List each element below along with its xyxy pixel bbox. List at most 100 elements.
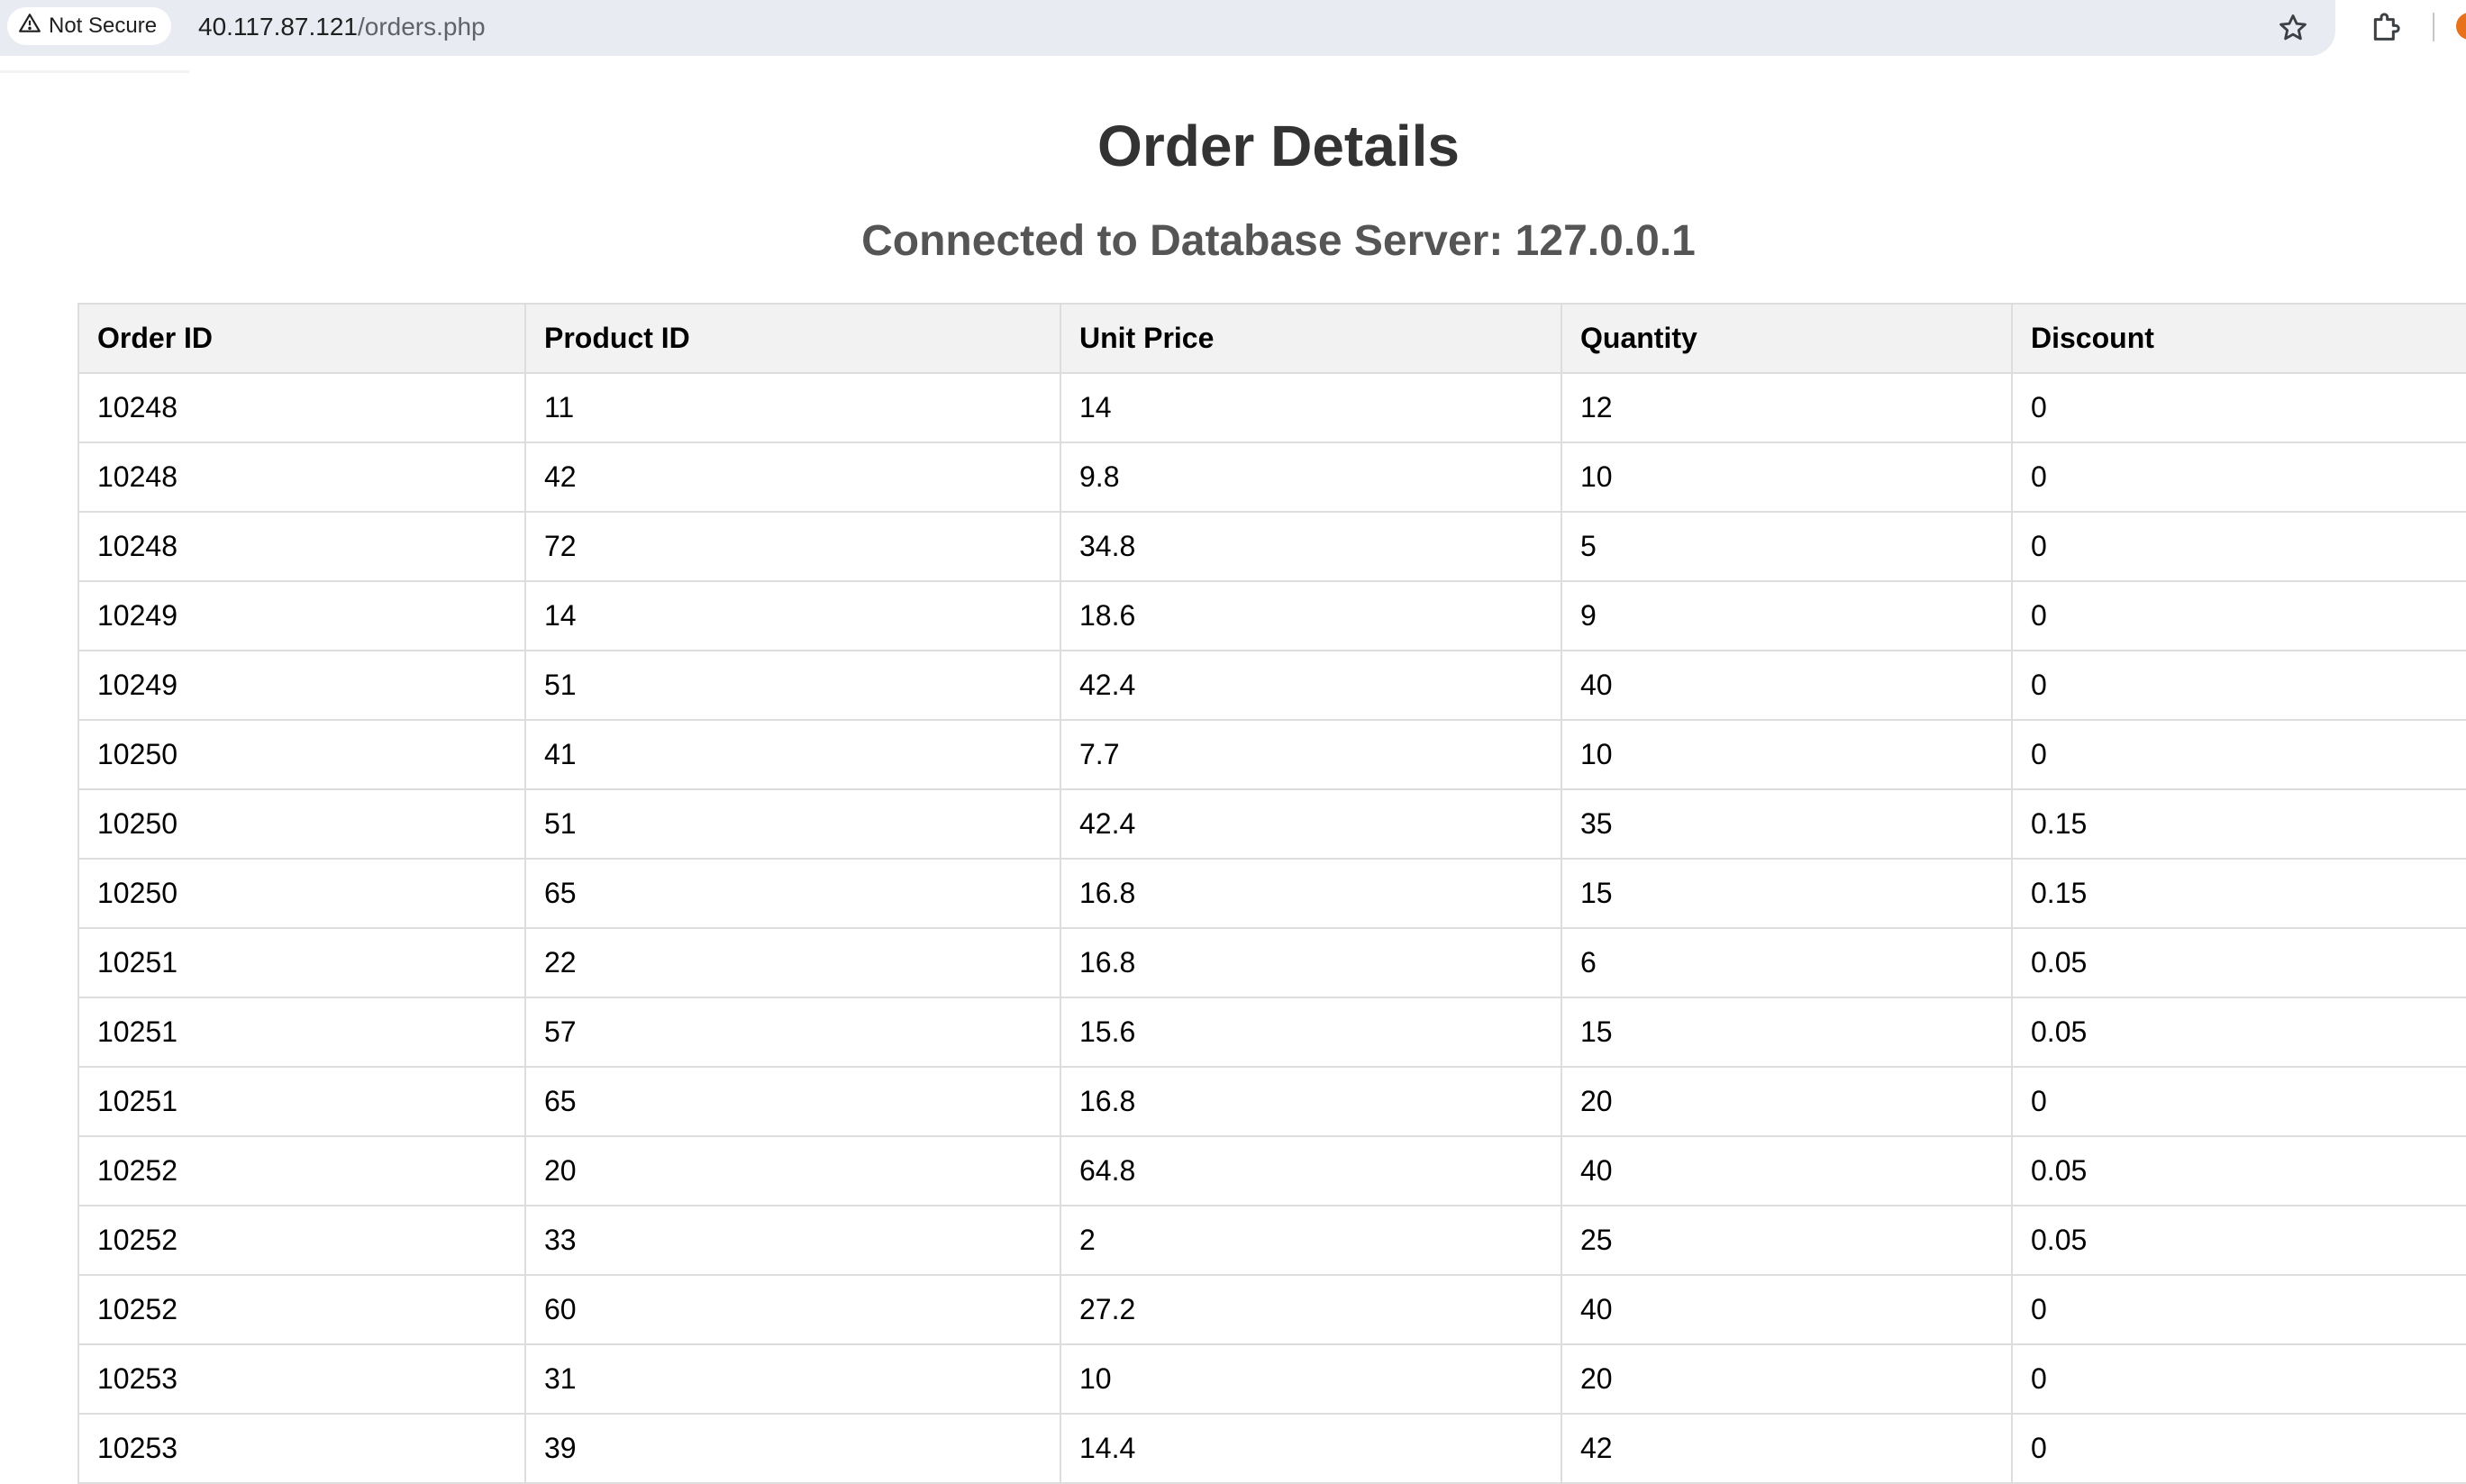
discount-cell: 0 — [2011, 719, 2466, 790]
column-header-unit-price: Unit Price — [1060, 303, 1562, 374]
quantity-cell: 35 — [1561, 788, 2013, 860]
table-row: 10249 14 18.6 9 0 — [77, 580, 2466, 651]
quantity-cell: 15 — [1561, 858, 2013, 929]
column-header-order-id: Order ID — [77, 303, 526, 374]
product-id-cell: 14 — [524, 580, 1061, 651]
tab-indicator — [0, 70, 189, 73]
url-host: 40.117.87.121 — [198, 13, 358, 41]
table-row: 10250 51 42.4 35 0.15 — [77, 788, 2466, 860]
quantity-cell: 20 — [1561, 1343, 2013, 1415]
column-header-quantity: Quantity — [1561, 303, 2013, 374]
order-id-cell: 10250 — [77, 719, 526, 790]
unit-price-cell: 34.8 — [1060, 511, 1562, 582]
order-id-cell: 10250 — [77, 858, 526, 929]
quantity-cell: 42 — [1561, 1413, 2013, 1484]
order-id-cell: 10250 — [77, 788, 526, 860]
table-row: 10248 72 34.8 5 0 — [77, 511, 2466, 582]
unit-price-cell: 16.8 — [1060, 858, 1562, 929]
order-id-cell: 10251 — [77, 1066, 526, 1137]
unit-price-cell: 64.8 — [1060, 1135, 1562, 1206]
discount-cell: 0.05 — [2011, 1135, 2466, 1206]
order-id-cell: 10248 — [77, 372, 526, 443]
discount-cell: 0 — [2011, 511, 2466, 582]
table-row: 10249 51 42.4 40 0 — [77, 650, 2466, 721]
unit-price-cell: 42.4 — [1060, 650, 1562, 721]
order-id-cell: 10253 — [77, 1413, 526, 1484]
unit-price-cell: 42.4 — [1060, 788, 1562, 860]
profile-avatar[interactable] — [2456, 13, 2466, 40]
orders-table-container: Order ID Product ID Unit Price Quantity … — [77, 303, 2466, 1484]
product-id-cell: 65 — [524, 1066, 1061, 1137]
discount-cell: 0.05 — [2011, 1205, 2466, 1276]
discount-cell: 0 — [2011, 1343, 2466, 1415]
star-icon[interactable] — [2276, 11, 2310, 45]
product-id-cell: 51 — [524, 650, 1061, 721]
table-row: 10248 42 9.8 10 0 — [77, 442, 2466, 513]
toolbar-divider — [2433, 13, 2434, 41]
table-header-row: Order ID Product ID Unit Price Quantity … — [77, 303, 2466, 374]
unit-price-cell: 27.2 — [1060, 1274, 1562, 1345]
unit-price-cell: 15.6 — [1060, 997, 1562, 1068]
product-id-cell: 39 — [524, 1413, 1061, 1484]
url-text[interactable]: 40.117.87.121/orders.php — [198, 9, 486, 45]
discount-cell: 0.05 — [2011, 927, 2466, 998]
product-id-cell: 41 — [524, 719, 1061, 790]
warning-triangle-icon — [18, 12, 41, 41]
security-indicator[interactable]: Not Secure — [7, 7, 172, 45]
table-row: 10251 57 15.6 15 0.05 — [77, 997, 2466, 1068]
discount-cell: 0 — [2011, 1413, 2466, 1484]
order-id-cell: 10252 — [77, 1274, 526, 1345]
discount-cell: 0 — [2011, 580, 2466, 651]
product-id-cell: 20 — [524, 1135, 1061, 1206]
product-id-cell: 31 — [524, 1343, 1061, 1415]
order-id-cell: 10248 — [77, 442, 526, 513]
discount-cell: 0 — [2011, 650, 2466, 721]
table-row: 10252 60 27.2 40 0 — [77, 1274, 2466, 1345]
quantity-cell: 12 — [1561, 372, 2013, 443]
table-row: 10251 65 16.8 20 0 — [77, 1066, 2466, 1137]
table-row: 10253 31 10 20 0 — [77, 1343, 2466, 1415]
page: Not Secure 40.117.87.121/orders.php Orde… — [0, 0, 2466, 1484]
quantity-cell: 15 — [1561, 997, 2013, 1068]
discount-cell: 0.05 — [2011, 997, 2466, 1068]
order-id-cell: 10252 — [77, 1135, 526, 1206]
puzzle-piece-icon[interactable] — [2368, 9, 2404, 45]
unit-price-cell: 7.7 — [1060, 719, 1562, 790]
product-id-cell: 11 — [524, 372, 1061, 443]
column-header-discount: Discount — [2011, 303, 2466, 374]
quantity-cell: 25 — [1561, 1205, 2013, 1276]
unit-price-cell: 10 — [1060, 1343, 1562, 1415]
quantity-cell: 40 — [1561, 1274, 2013, 1345]
order-id-cell: 10253 — [77, 1343, 526, 1415]
product-id-cell: 22 — [524, 927, 1061, 998]
unit-price-cell: 14.4 — [1060, 1413, 1562, 1484]
quantity-cell: 5 — [1561, 511, 2013, 582]
quantity-cell: 6 — [1561, 927, 2013, 998]
product-id-cell: 65 — [524, 858, 1061, 929]
order-id-cell: 10249 — [77, 580, 526, 651]
order-id-cell: 10248 — [77, 511, 526, 582]
orders-table: Order ID Product ID Unit Price Quantity … — [77, 303, 2466, 1484]
quantity-cell: 40 — [1561, 1135, 2013, 1206]
unit-price-cell: 2 — [1060, 1205, 1562, 1276]
unit-price-cell: 18.6 — [1060, 580, 1562, 651]
discount-cell: 0 — [2011, 1066, 2466, 1137]
quantity-cell: 20 — [1561, 1066, 2013, 1137]
table-row: 10252 20 64.8 40 0.05 — [77, 1135, 2466, 1206]
table-row: 10250 41 7.7 10 0 — [77, 719, 2466, 790]
address-bar[interactable]: Not Secure 40.117.87.121/orders.php — [0, 0, 2335, 56]
discount-cell: 0.15 — [2011, 858, 2466, 929]
security-label: Not Secure — [49, 14, 158, 38]
order-id-cell: 10252 — [77, 1205, 526, 1276]
page-subtitle: Connected to Database Server: 127.0.0.1 — [861, 217, 1696, 265]
table-body: 10248 11 14 12 0 10248 42 9.8 10 0 10248 72 34.8 5 0 10… — [77, 372, 2466, 1484]
table-row: 10250 65 16.8 15 0.15 — [77, 858, 2466, 929]
unit-price-cell: 16.8 — [1060, 927, 1562, 998]
product-id-cell: 57 — [524, 997, 1061, 1068]
product-id-cell: 60 — [524, 1274, 1061, 1345]
quantity-cell: 9 — [1561, 580, 2013, 651]
order-id-cell: 10251 — [77, 997, 526, 1068]
table-row: 10253 39 14.4 42 0 — [77, 1413, 2466, 1484]
unit-price-cell: 16.8 — [1060, 1066, 1562, 1137]
product-id-cell: 33 — [524, 1205, 1061, 1276]
